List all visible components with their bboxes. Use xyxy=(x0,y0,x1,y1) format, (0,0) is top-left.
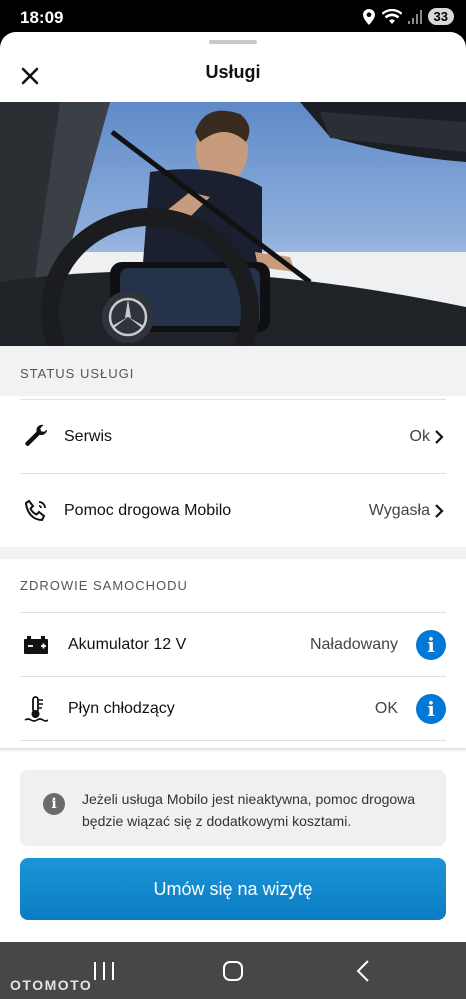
row-label: Serwis xyxy=(64,427,113,445)
wrench-icon xyxy=(22,423,50,451)
roadside-phone-icon xyxy=(22,497,50,525)
section-heading: ZDROWIE SAMOCHODU xyxy=(20,578,188,593)
scroll-shadow xyxy=(0,748,466,752)
info-icon: i xyxy=(43,793,65,815)
location-icon xyxy=(362,8,375,25)
info-button[interactable]: i xyxy=(416,693,446,724)
drag-handle[interactable] xyxy=(209,40,257,44)
section-heading: STATUS USŁUGI xyxy=(20,366,135,381)
status-icons: 33 xyxy=(362,8,454,25)
book-visit-button[interactable]: Umów się na wizytę xyxy=(20,858,446,920)
bottom-sheet: Usługi STATUS USŁUGI Serwis Ok Pomoc dro… xyxy=(0,32,466,942)
chevron-right-icon xyxy=(435,503,444,518)
recent-apps-icon[interactable] xyxy=(90,958,118,984)
battery-icon xyxy=(22,631,50,659)
service-status-header: STATUS USŁUGI xyxy=(0,346,466,396)
divider xyxy=(20,740,446,741)
row-value: OK xyxy=(374,699,398,717)
chevron-right-icon xyxy=(435,429,444,444)
row-value: Wygasła xyxy=(368,501,430,519)
hero-image xyxy=(0,102,466,346)
back-icon[interactable] xyxy=(350,958,378,984)
notice-text: Jeżeli usługa Mobilo jest nieaktywna, po… xyxy=(82,791,416,829)
wifi-icon xyxy=(381,8,402,24)
service-row-mobilo[interactable]: Pomoc drogowa Mobilo Wygasła xyxy=(0,474,466,547)
status-time: 18:09 xyxy=(20,8,64,27)
status-bar: 18:09 33 xyxy=(0,0,466,34)
coolant-icon xyxy=(22,695,50,723)
row-value: Ok xyxy=(409,427,430,445)
section-separator xyxy=(0,547,466,559)
row-label: Akumulator 12 V xyxy=(68,635,187,653)
mobilo-notice: i Jeżeli usługa Mobilo jest nieaktywna, … xyxy=(20,770,446,846)
battery-badge: 33 xyxy=(427,8,454,25)
row-value: Naładowany xyxy=(309,635,398,653)
page-title: Usługi xyxy=(205,62,261,82)
signal-icon xyxy=(407,9,422,24)
health-row-coolant: Płyn chłodzący OK i xyxy=(0,677,466,740)
info-button[interactable]: i xyxy=(416,629,446,660)
row-label: Płyn chłodzący xyxy=(68,699,175,717)
watermark-logo: OTOMOTO xyxy=(10,977,93,993)
car-health-header: ZDROWIE SAMOCHODU xyxy=(0,559,466,611)
health-row-battery: Akumulator 12 V Naładowany i xyxy=(0,613,466,676)
service-row-serwis[interactable]: Serwis Ok xyxy=(0,400,466,473)
home-icon[interactable] xyxy=(219,958,247,984)
row-label: Pomoc drogowa Mobilo xyxy=(64,501,232,519)
